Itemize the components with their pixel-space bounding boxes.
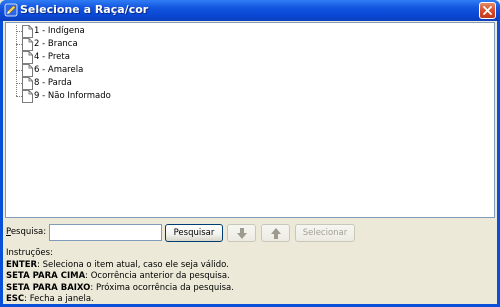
instruction-line: ESC: Fecha a janela.: [6, 294, 494, 306]
instruction-text: : Seleciona o item atual, caso ele seja …: [37, 259, 229, 270]
document-icon: [22, 38, 33, 51]
tree-item-label: 4 - Preta: [34, 52, 70, 62]
document-icon: [22, 77, 33, 90]
search-button[interactable]: Pesquisar: [165, 224, 223, 242]
instructions-heading: Instruções:: [6, 248, 53, 258]
select-button[interactable]: Selecionar: [295, 224, 355, 242]
dialog-client-area: 1 - Indígena 2 - Branca 4 - Preta 6 - Am…: [3, 21, 497, 304]
instruction-line: SETA PARA BAIXO: Próxima ocorrência da p…: [6, 283, 494, 295]
instruction-line: SETA PARA CIMA: Ocorrência anterior da p…: [6, 271, 494, 283]
instruction-text: : Ocorrência anterior da pesquisa.: [85, 271, 230, 281]
search-input[interactable]: [49, 224, 162, 241]
instructions-panel: Instruções: ENTER: Seleciona o item atua…: [6, 248, 494, 306]
tree-item-label: 9 - Não Informado: [34, 91, 111, 101]
instruction-key: ENTER: [6, 259, 38, 270]
arrow-down-icon: [236, 228, 247, 239]
instruction-key: ESC: [6, 294, 25, 304]
tree-item-label: 1 - Indígena: [34, 26, 85, 36]
tree-item[interactable]: 4 - Preta: [6, 51, 206, 64]
document-icon: [22, 25, 33, 38]
document-icon: [22, 90, 33, 103]
tree-item[interactable]: 8 - Parda: [6, 77, 206, 90]
search-bar: Pesquisa: Pesquisar Selecionar: [3, 222, 497, 244]
document-icon: [22, 51, 33, 64]
tree-item[interactable]: 2 - Branca: [6, 38, 206, 51]
race-color-tree[interactable]: 1 - Indígena 2 - Branca 4 - Preta 6 - Am…: [5, 22, 495, 218]
arrow-up-icon: [270, 228, 281, 239]
instruction-key: SETA PARA CIMA: [6, 271, 86, 281]
tree-item-label: 6 - Amarela: [34, 65, 84, 75]
tree-item-label: 2 - Branca: [34, 39, 78, 49]
instruction-line: ENTER: Seleciona o item atual, caso ele …: [6, 260, 494, 272]
title-bar[interactable]: Selecione a Raça/cor: [0, 0, 500, 21]
tree-item-label: 8 - Parda: [34, 78, 72, 88]
window-title: Selecione a Raça/cor: [20, 3, 149, 16]
tree-item[interactable]: 1 - Indígena: [6, 25, 206, 38]
dialog-window: Selecione a Raça/cor 1 - Indígena 2 - Br…: [0, 0, 500, 307]
close-button[interactable]: [479, 2, 496, 19]
instruction-key: SETA PARA BAIXO: [6, 282, 91, 293]
search-label: Pesquisa:: [6, 227, 46, 237]
previous-match-button[interactable]: [261, 224, 290, 242]
instruction-text: : Próxima ocorrência da pesquisa.: [90, 282, 234, 293]
document-icon: [22, 64, 33, 77]
close-icon: [483, 6, 492, 15]
next-match-button[interactable]: [227, 224, 256, 242]
tree-item[interactable]: 6 - Amarela: [6, 64, 206, 77]
pencil-icon: [4, 3, 18, 17]
instruction-text: : Fecha a janela.: [24, 294, 94, 304]
tree-item[interactable]: 9 - Não Informado: [6, 90, 206, 103]
search-label-text: esquisa:: [10, 227, 47, 237]
